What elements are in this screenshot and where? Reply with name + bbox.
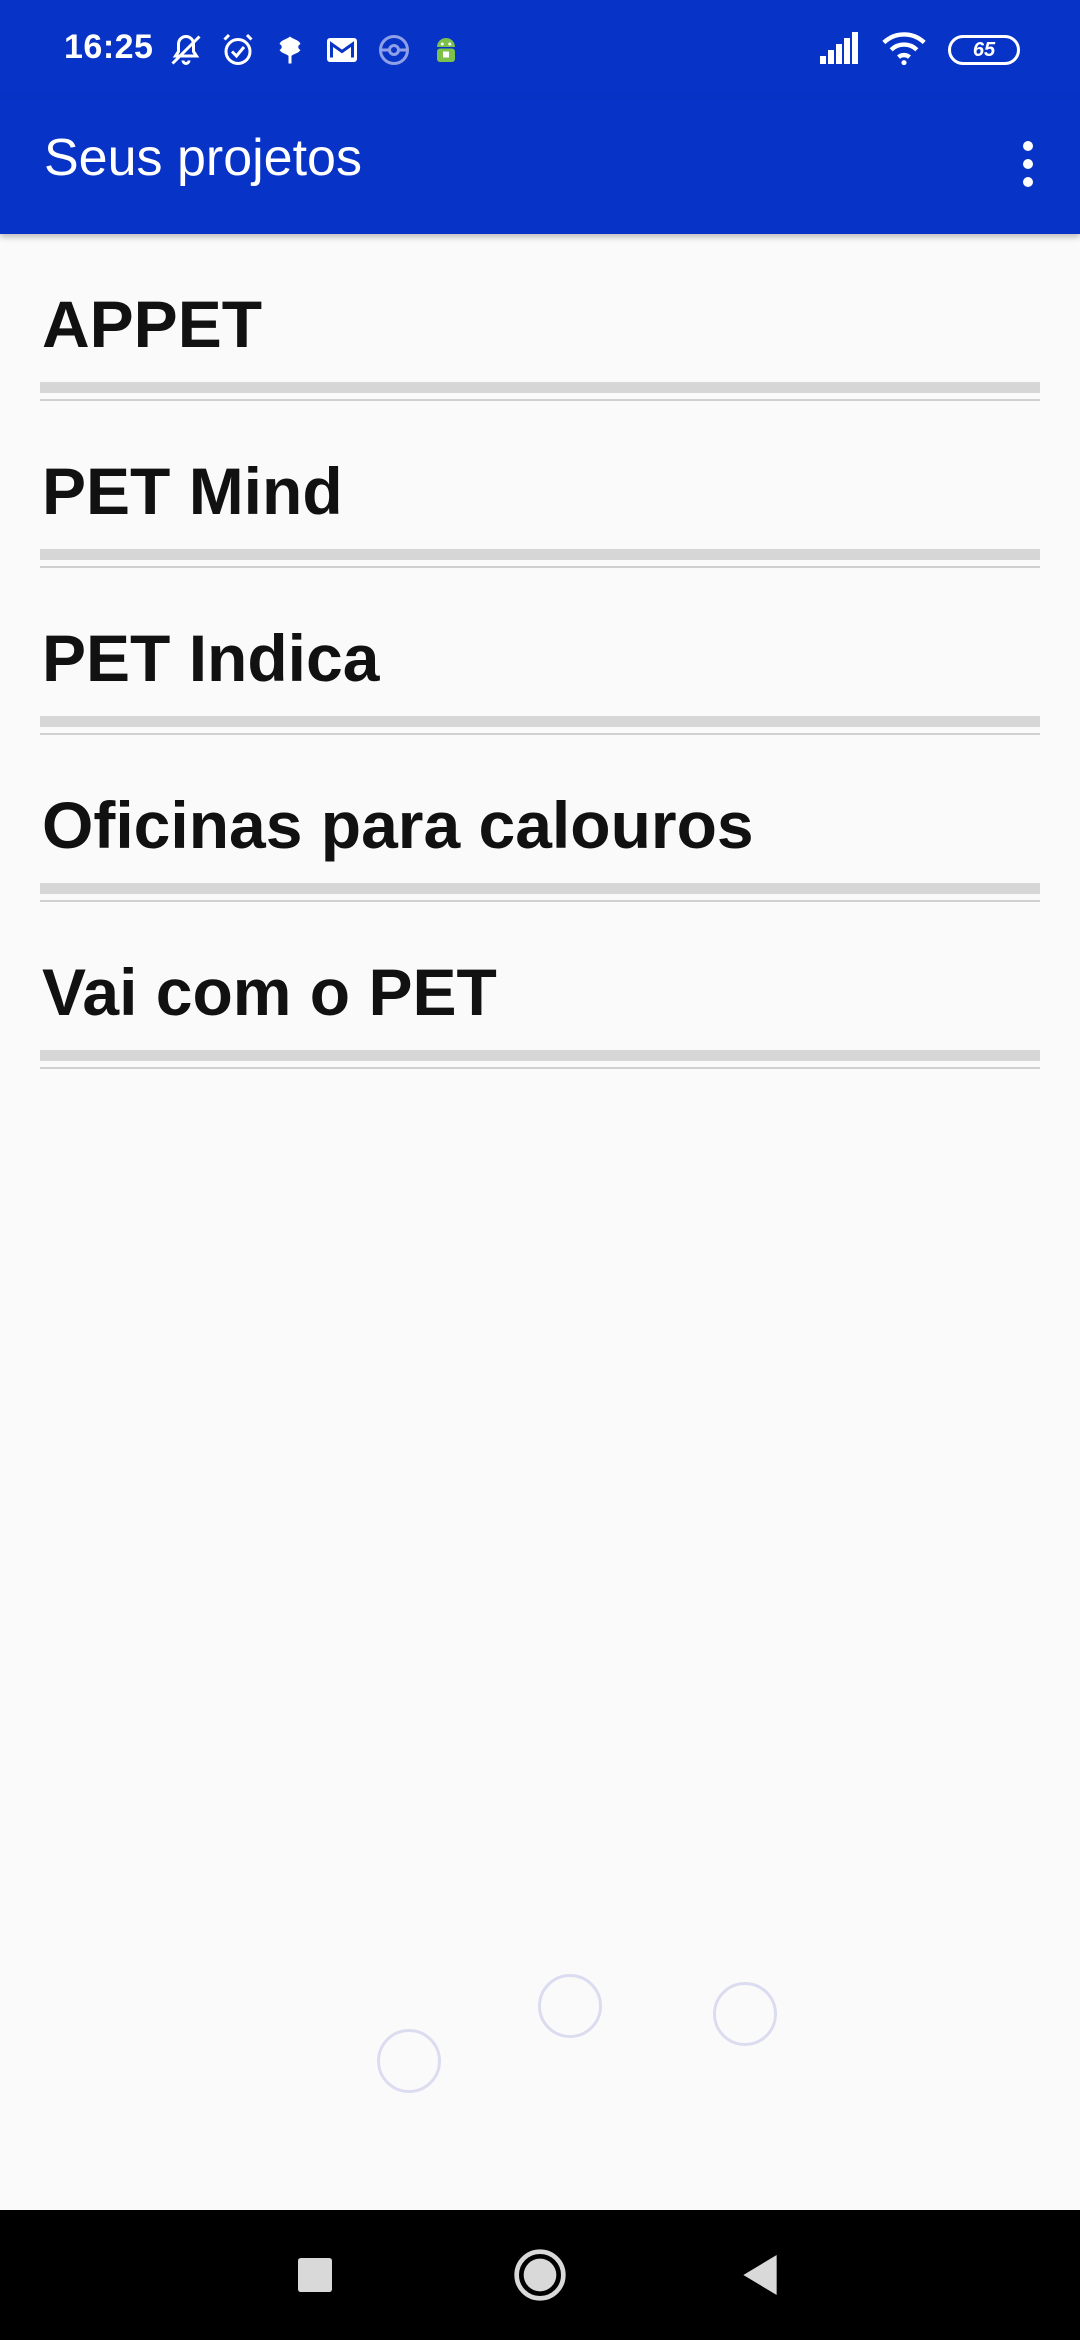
bell-off-icon: [166, 30, 206, 70]
page-title: Seus projetos: [44, 129, 362, 187]
system-icons: 65: [820, 30, 1020, 70]
list-item[interactable]: Oficinas para calouros: [40, 735, 1040, 902]
notification-icons: [166, 28, 466, 72]
more-vert-icon[interactable]: [1000, 132, 1056, 196]
battery-level: 65: [972, 38, 996, 61]
project-label: APPET: [42, 287, 263, 361]
gmail-icon: [322, 30, 362, 70]
loading-dot: [713, 1982, 777, 2046]
list-item[interactable]: PET Mind: [40, 401, 1040, 568]
list-item[interactable]: PET Indica: [40, 568, 1040, 735]
status-bar: 16:25 65: [0, 0, 1080, 98]
signal-icon: [820, 31, 860, 69]
home-icon[interactable]: [480, 2210, 600, 2340]
leaf-icon: [270, 30, 310, 70]
app-bar: Seus projetos: [0, 98, 1080, 234]
battery-icon: 65: [948, 35, 1020, 65]
recents-icon[interactable]: [255, 2210, 375, 2340]
item-underline: [40, 382, 1040, 393]
loading-dot: [377, 2029, 441, 2093]
android-icon: [426, 30, 466, 70]
pokeball-icon: [374, 30, 414, 70]
item-underline: [40, 883, 1040, 894]
navigation-bar: [0, 2210, 1080, 2340]
wifi-icon: [882, 31, 926, 70]
back-icon[interactable]: [700, 2210, 820, 2340]
project-label: Vai com o PET: [42, 955, 497, 1029]
status-time: 16:25: [64, 28, 154, 66]
project-label: PET Indica: [42, 621, 380, 695]
item-underline: [40, 716, 1040, 727]
project-label: Oficinas para calouros: [42, 788, 754, 862]
alarm-icon: [218, 30, 258, 70]
list-item[interactable]: APPET: [40, 234, 1040, 401]
item-underline: [40, 549, 1040, 560]
project-label: PET Mind: [42, 454, 343, 528]
loading-dot: [538, 1974, 602, 2038]
list-item[interactable]: Vai com o PET: [40, 902, 1040, 1069]
item-underline: [40, 1050, 1040, 1061]
project-list: APPET PET Mind PET Indica Oficinas para …: [0, 234, 1080, 1069]
